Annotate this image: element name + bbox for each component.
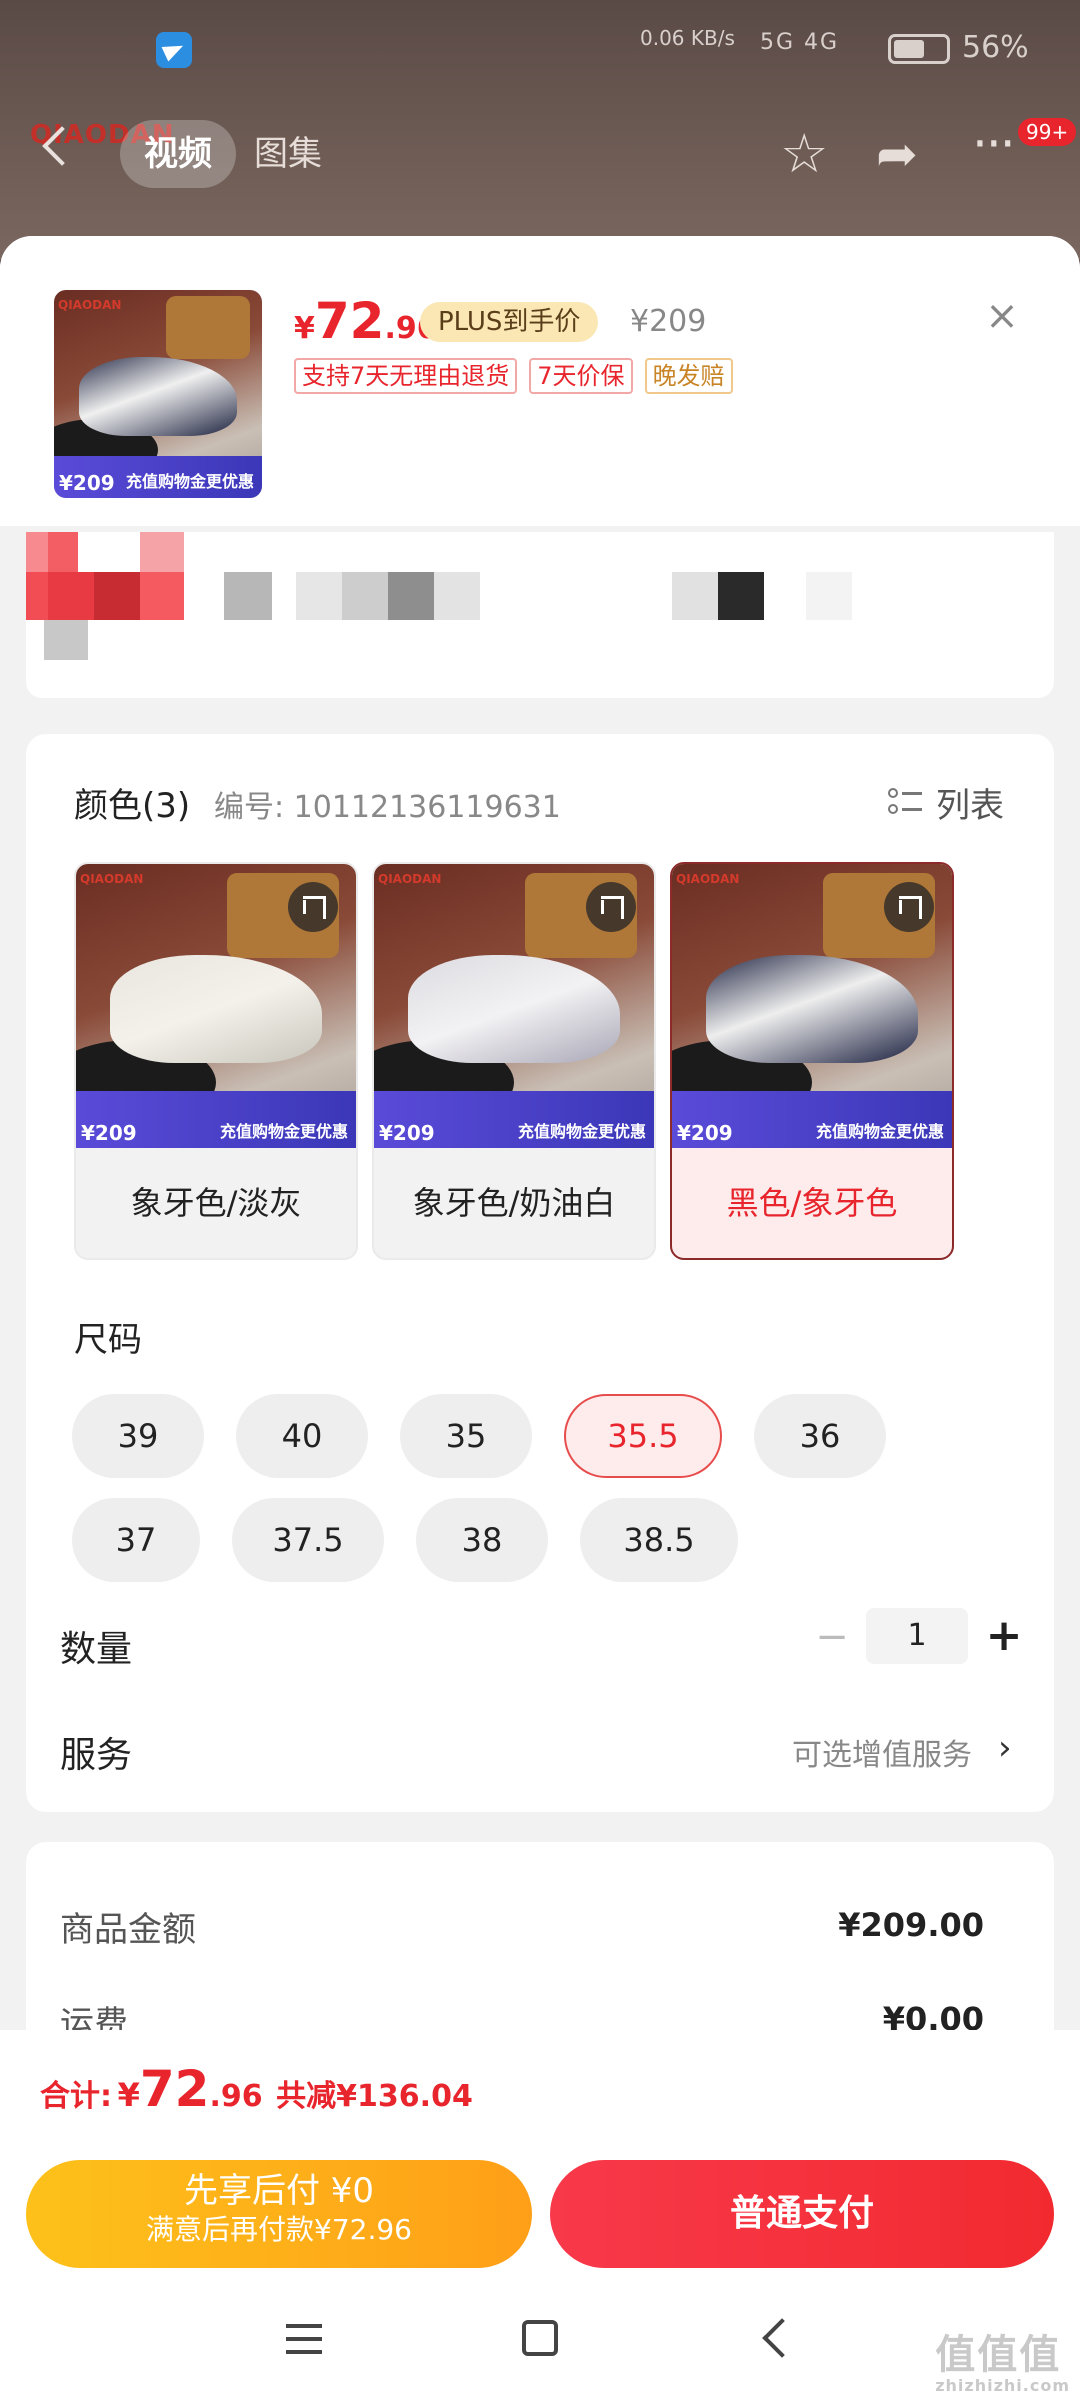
- size-option[interactable]: 35: [400, 1394, 532, 1478]
- tab-gallery[interactable]: 图集: [254, 120, 322, 188]
- chevron-right-icon[interactable]: ›: [998, 1728, 1012, 1768]
- service-tags: 支持7天无理由退货 7天价保 晚发赔: [294, 358, 733, 394]
- thumb-promo-text: 充值购物金更优惠: [125, 472, 254, 491]
- size-option[interactable]: 37: [72, 1498, 200, 1582]
- background-page: QIAODAN 0.06 KB/s 5G 4G 56% 视频 图集 ☆ ➦ ··…: [0, 0, 1080, 260]
- home-icon[interactable]: [522, 2320, 558, 2356]
- size-option[interactable]: 38: [416, 1498, 548, 1582]
- color-option-black-ivory[interactable]: QIAODAN ¥209 充值购物金更优惠 黑色/象牙色: [670, 862, 954, 1260]
- sheet-header: QIAODAN ¥209 充值购物金更优惠 ¥72.96 PLUS到手价 ¥20…: [0, 236, 1080, 526]
- status-bar: 0.06 KB/s 5G 4G 56%: [0, 0, 1080, 100]
- color-option-ivory-cream-white[interactable]: QIAODAN ¥209 充值购物金更优惠 象牙色/奶油白: [372, 862, 656, 1260]
- pay-later-button[interactable]: 先享后付 ¥0 满意后再付款¥72.96: [26, 2160, 532, 2268]
- expand-icon[interactable]: [288, 882, 338, 932]
- telegram-icon: [156, 32, 192, 68]
- notification-badge: 99+: [1018, 118, 1077, 146]
- color-option-label: 黑色/象牙色: [726, 1184, 898, 1222]
- quantity-input[interactable]: 1: [866, 1608, 968, 1664]
- color-option-image: QIAODAN ¥209 充值购物金更优惠: [374, 864, 654, 1148]
- service-selector[interactable]: 可选增值服务: [792, 1730, 972, 1774]
- expand-icon[interactable]: [884, 882, 934, 932]
- total-discount: 共减¥136.04: [276, 2079, 473, 2114]
- share-icon[interactable]: ➦: [876, 126, 918, 182]
- signal-icon: 5G 4G: [760, 30, 840, 55]
- goods-amount-label: 商品金额: [60, 1910, 196, 1950]
- address-card[interactable]: [26, 532, 1054, 698]
- thumb-promo-price: ¥209: [59, 471, 115, 495]
- size-option[interactable]: 39: [72, 1394, 204, 1478]
- more-icon[interactable]: ···: [972, 114, 1016, 174]
- system-back-icon[interactable]: [762, 2318, 802, 2358]
- quantity-label: 数量: [60, 1629, 133, 1670]
- color-section-title: 颜色(3): [74, 786, 191, 826]
- site-watermark: 值值值 zhizhizhi.com: [935, 2332, 1070, 2395]
- tag-7day-return: 支持7天无理由退货: [294, 358, 518, 394]
- size-option[interactable]: 37.5: [232, 1498, 384, 1582]
- color-option-label: 象牙色/淡灰: [130, 1184, 302, 1222]
- favorite-star-icon[interactable]: ☆: [780, 124, 828, 184]
- recent-apps-icon[interactable]: [286, 2324, 322, 2354]
- close-button[interactable]: ×: [982, 296, 1022, 336]
- size-section-title: 尺码: [74, 1320, 142, 1360]
- size-option[interactable]: 40: [236, 1394, 368, 1478]
- back-icon[interactable]: [42, 126, 82, 166]
- color-option-image: QIAODAN ¥209 充值购物金更优惠: [672, 864, 952, 1148]
- tab-video[interactable]: 视频: [120, 120, 236, 188]
- size-option-selected[interactable]: 35.5: [564, 1394, 722, 1478]
- list-view-icon[interactable]: [888, 788, 922, 818]
- quantity-increase-button[interactable]: +: [984, 1610, 1024, 1662]
- size-option[interactable]: 36: [754, 1394, 886, 1478]
- tag-price-protect: 7天价保: [529, 358, 633, 394]
- size-option[interactable]: 38.5: [580, 1498, 738, 1582]
- product-code: 编号: 10112136119631: [214, 790, 561, 825]
- battery-percent: 56%: [962, 30, 1029, 65]
- color-option-image: QIAODAN ¥209 充值购物金更优惠: [76, 864, 356, 1148]
- original-price: ¥209: [630, 304, 707, 339]
- quantity-decrease-button[interactable]: −: [812, 1612, 852, 1662]
- color-option-label: 象牙色/奶油白: [412, 1184, 616, 1222]
- top-nav: 视频 图集 ☆ ➦ ··· 99+: [0, 110, 1080, 200]
- battery-icon: [888, 34, 950, 64]
- system-navigation-bar: [0, 2300, 1080, 2400]
- goods-amount-value: ¥209.00: [838, 1906, 984, 1944]
- tag-late-compensation: 晚发赔: [644, 358, 733, 394]
- total-amount: 合计: ¥72.96 共减¥136.04: [40, 2060, 473, 2118]
- current-price: ¥72.96: [294, 292, 438, 350]
- plus-price-badge: PLUS到手价: [420, 302, 599, 342]
- expand-icon[interactable]: [586, 882, 636, 932]
- color-option-ivory-light-gray[interactable]: QIAODAN ¥209 充值购物金更优惠 象牙色/淡灰: [74, 862, 358, 1260]
- product-thumbnail[interactable]: QIAODAN ¥209 充值购物金更优惠: [54, 290, 262, 498]
- service-label: 服务: [60, 1735, 133, 1776]
- network-speed: 0.06 KB/s: [640, 26, 735, 50]
- list-view-toggle[interactable]: 列表: [936, 778, 1004, 827]
- normal-pay-button[interactable]: 普通支付: [550, 2160, 1054, 2268]
